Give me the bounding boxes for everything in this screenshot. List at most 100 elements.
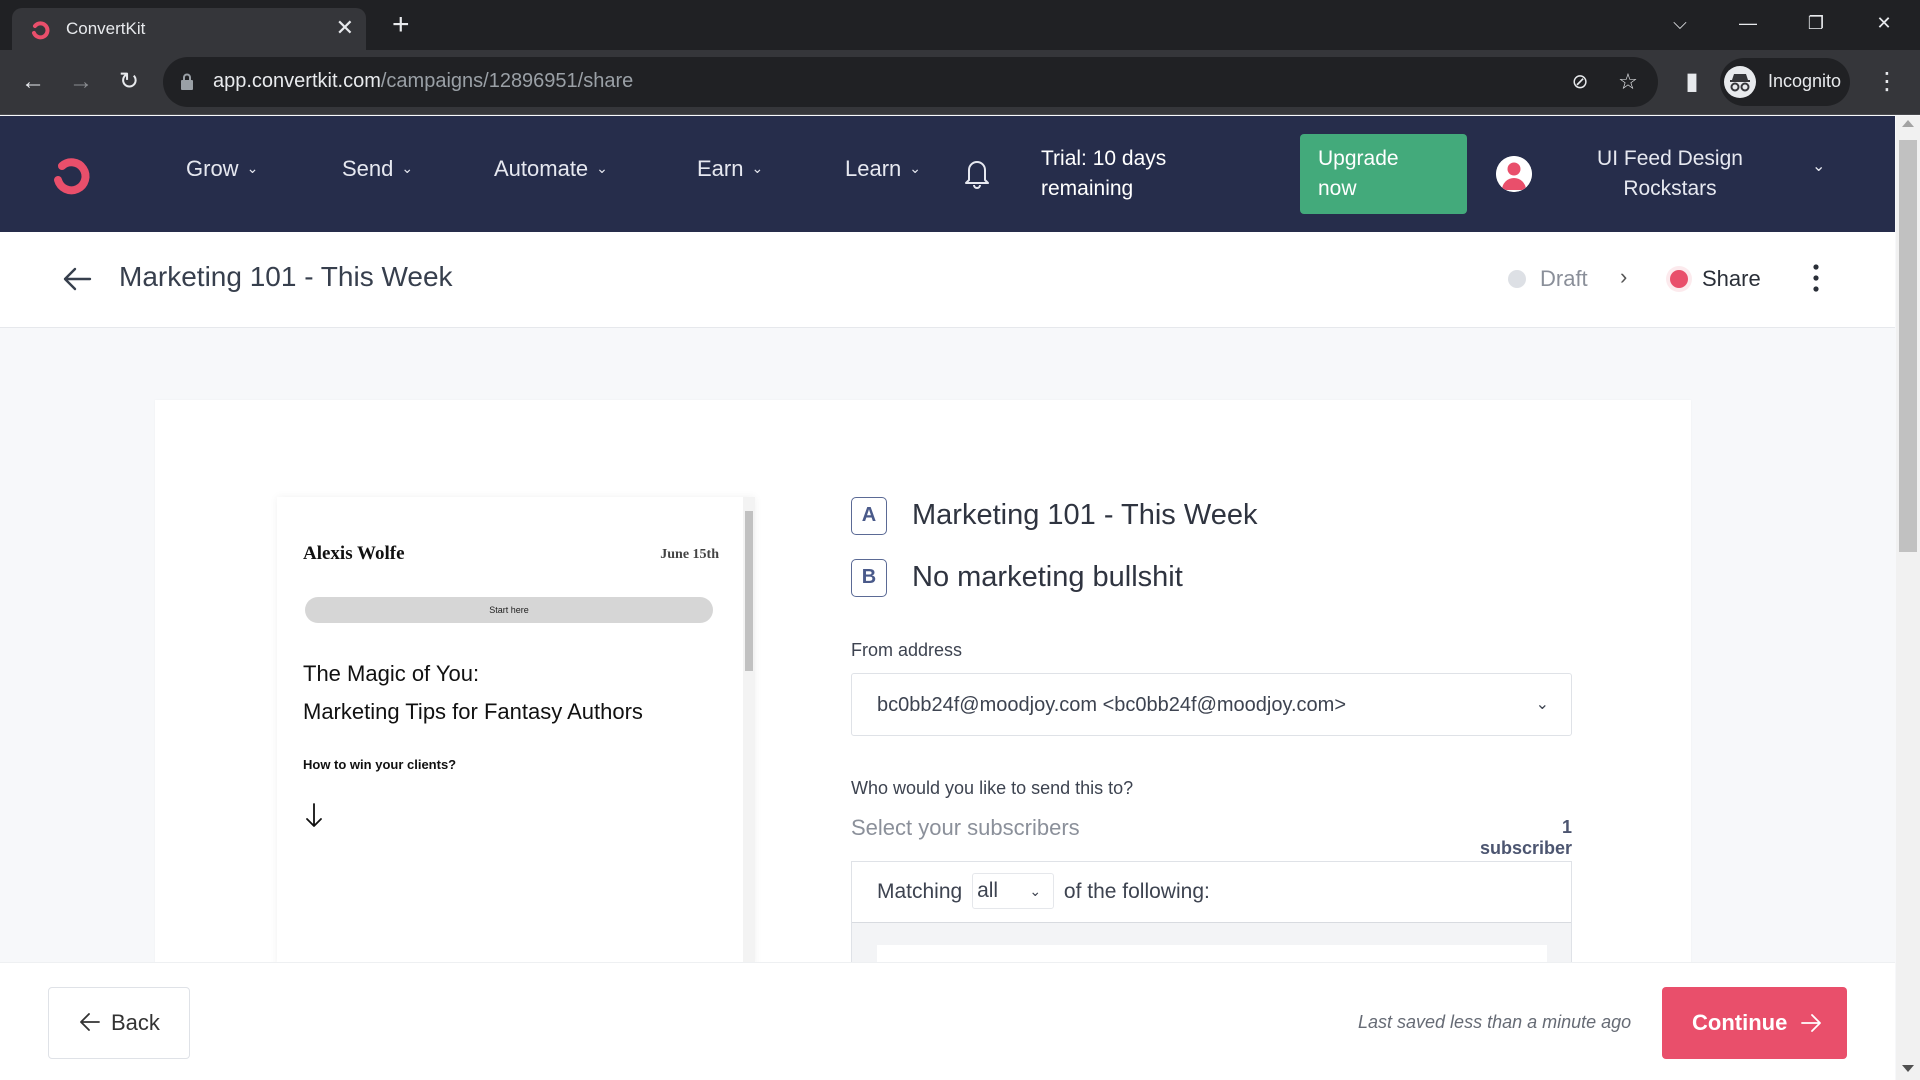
browser-menu-icon[interactable]: ⋮ [1868,63,1906,101]
page-title: Marketing 101 - This Week [119,261,453,292]
campaign-header: Marketing 101 - This Week Draft › Share [0,232,1895,328]
url-host: app.convertkit.com [213,70,381,92]
back-nav-icon[interactable]: ← [14,63,52,101]
nav-send[interactable]: Send ⌄ [342,156,413,182]
from-address-value: bc0bb24f@moodjoy.com <bc0bb24f@moodjoy.c… [877,694,1347,716]
scroll-up-icon[interactable] [1902,120,1914,127]
step-share-label: Share [1702,266,1761,291]
variant-badge-a: A [851,497,887,535]
nav-learn-label: Learn [845,156,902,181]
reload-icon[interactable]: ↻ [110,63,148,101]
upgrade-line-2: now [1318,177,1357,200]
nav-earn[interactable]: Earn ⌄ [697,156,763,182]
step-draft-label: Draft [1540,266,1588,291]
subject-a-text: Marketing 101 - This Week [912,499,1258,531]
star-icon[interactable]: ☆ [1609,63,1647,101]
chevron-down-icon: ⌄ [1029,883,1042,899]
chevron-down-icon: ⌄ [751,160,764,176]
preview-date: June 15th [660,547,719,562]
nav-grow[interactable]: Grow ⌄ [186,156,258,182]
trial-line-2: remaining [1041,177,1134,200]
matching-suffix: of the following: [1063,880,1210,903]
chevron-down-icon: ⌄ [401,160,414,176]
preview-heading-line-1: The Magic of You: [303,661,480,686]
window-close-icon[interactable]: ✕ [1864,6,1904,40]
chevron-down-icon[interactable]: ⌄ [1812,156,1825,176]
step-share[interactable]: Share [1670,266,1761,292]
arrow-left-icon[interactable] [62,266,92,292]
eye-off-icon[interactable]: ⊘ [1561,63,1599,101]
avatar[interactable] [1496,156,1532,192]
incognito-label: Incognito [1768,71,1842,91]
side-panel-icon[interactable]: ▮ [1673,63,1711,101]
upgrade-line-1: Upgrade [1318,147,1399,170]
from-address-select[interactable]: bc0bb24f@moodjoy.com <bc0bb24f@moodjoy.c… [851,673,1572,736]
nav-earn-label: Earn [697,156,744,181]
preview-start-button[interactable]: Start here [305,597,713,623]
app-navbar: Grow ⌄ Send ⌄ Automate ⌄ Earn ⌄ Learn ⌄ Trial… [0,116,1895,232]
matching-prefix: Matching [877,880,963,903]
back-button[interactable]: Back [48,987,190,1059]
nav-learn[interactable]: Learn ⌄ [845,156,921,182]
minimize-icon[interactable]: — [1728,6,1768,40]
trial-line-1: Trial: 10 days [1041,147,1167,170]
tab-title: ConvertKit [66,19,146,38]
scroll-down-icon[interactable] [1902,1065,1914,1072]
chevron-down-icon: ⌄ [1535,696,1549,713]
from-address-label: From address [851,640,963,660]
recipients-label: Who would you like to send this to? [851,778,1134,798]
nav-automate[interactable]: Automate ⌄ [494,156,608,182]
select-subscribers-label: Select your subscribers [851,815,1080,840]
arrow-down-icon [306,803,322,827]
last-saved-status: Last saved less than a minute ago [1358,1012,1632,1032]
incognito-profile-button[interactable]: Incognito [1720,58,1850,106]
incognito-icon [1724,66,1756,98]
tab-search-icon[interactable]: ⌵ [1660,6,1700,40]
nav-automate-label: Automate [494,156,589,181]
preview-scrollbar[interactable] [743,497,755,967]
chevron-down-icon: ⌄ [909,160,922,176]
browser-tab[interactable]: ConvertKit ✕ [12,8,366,50]
forward-nav-icon[interactable]: → [62,63,100,101]
restore-icon[interactable]: ❐ [1796,6,1836,40]
chevron-down-icon: ⌄ [246,160,259,176]
scrollbar-thumb[interactable] [1899,140,1917,552]
matching-value: all [977,879,999,902]
continue-button[interactable]: Continue [1662,987,1847,1059]
user-icon [1496,156,1532,192]
step-dot-icon [1508,270,1526,288]
matching-row: Matching all ⌄ of the following: [877,862,1210,922]
step-draft[interactable]: Draft [1508,266,1588,292]
convertkit-favicon-icon [32,21,50,40]
nav-send-label: Send [342,156,394,181]
chevron-down-icon: ⌄ [596,160,608,176]
matching-select[interactable]: all ⌄ [972,873,1055,909]
lock-icon [181,73,193,90]
account-line-1: UI Feed Design [1597,147,1743,170]
email-preview[interactable]: Alexis Wolfe June 15th Start here The Ma… [277,497,755,967]
browser-toolbar: ← → ↻ app.convertkit.com/campaigns/12896… [0,50,1920,115]
page-scrollbar[interactable] [1896,116,1920,1080]
convertkit-logo-icon[interactable] [44,150,100,200]
url-path: /campaigns/12896951/share [380,70,634,92]
more-vertical-icon[interactable] [1806,260,1826,296]
new-tab-icon[interactable]: + [392,8,410,42]
preview-scrollbar-thumb[interactable] [745,511,753,671]
back-label: Back [111,1010,160,1035]
address-bar[interactable]: app.convertkit.com/campaigns/12896951/sh… [163,57,1658,107]
chevron-right-icon: › [1620,264,1628,289]
preview-subheading: How to win your clients? [303,757,457,772]
arrow-right-icon [1801,1014,1821,1032]
url-text[interactable]: app.convertkit.com/campaigns/12896951/sh… [213,70,633,93]
preview-author: Alexis Wolfe [303,543,405,564]
account-line-2: Rockstars [1623,177,1717,200]
account-name[interactable]: UI Feed Design Rockstars [1560,144,1780,204]
tab-close-icon[interactable]: ✕ [336,15,354,41]
bell-icon[interactable] [962,156,992,190]
continue-label: Continue [1692,1010,1788,1035]
variant-badge-b: B [851,559,887,597]
upgrade-now-button[interactable]: Upgrade now [1300,134,1467,214]
step-dot-icon [1670,270,1688,288]
subscriber-count: 1 subscriber [1479,817,1572,858]
footer-bar: Back Last saved less than a minute ago C… [0,962,1895,1080]
